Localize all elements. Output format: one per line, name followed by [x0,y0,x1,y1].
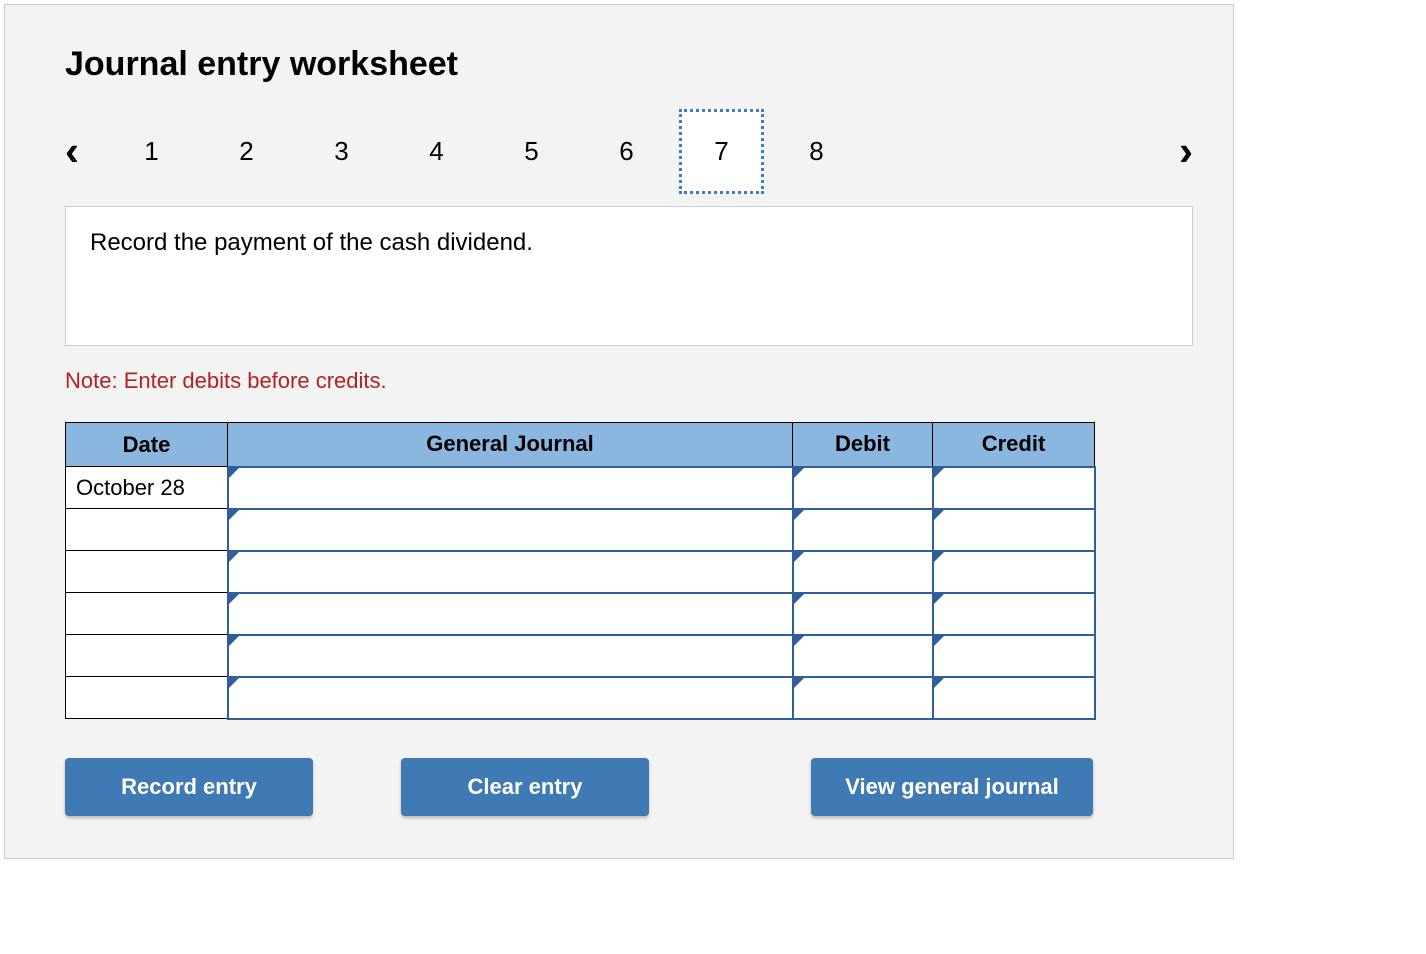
debit-cell[interactable] [793,467,933,509]
credit-cell[interactable] [933,593,1095,635]
date-cell[interactable] [66,677,228,719]
debit-cell[interactable] [793,635,933,677]
step-6[interactable]: 6 [584,110,669,192]
credit-cell[interactable] [933,677,1095,719]
credit-cell[interactable] [933,551,1095,593]
journal-entry-table: DateGeneral JournalDebitCredit October 28 [65,422,1096,720]
date-cell[interactable] [66,635,228,677]
note-text: Note: Enter debits before credits. [65,368,1193,394]
clear-entry-button[interactable]: Clear entry [401,758,649,816]
worksheet-panel: Journal entry worksheet ‹ 12345678 › Rec… [4,4,1234,859]
header-date: Date [66,423,228,467]
date-cell[interactable] [66,509,228,551]
debit-cell[interactable] [793,509,933,551]
credit-cell[interactable] [933,467,1095,509]
credit-cell[interactable] [933,509,1095,551]
step-nav: ‹ 12345678 › [65,110,1193,192]
gj-cell[interactable] [228,593,793,635]
table-row [66,677,1095,719]
table-row [66,635,1095,677]
date-cell[interactable]: October 28 [66,467,228,509]
instruction-text: Record the payment of the cash dividend. [90,229,533,256]
step-2[interactable]: 2 [204,110,289,192]
chevron-left-icon[interactable]: ‹ [65,130,79,172]
step-7[interactable]: 7 [679,109,764,194]
step-1[interactable]: 1 [109,110,194,192]
step-4[interactable]: 4 [394,110,479,192]
page-title: Journal entry worksheet [65,45,1193,84]
gj-cell[interactable] [228,509,793,551]
table-row [66,593,1095,635]
date-cell[interactable] [66,593,228,635]
table-row: October 28 [66,467,1095,509]
gj-cell[interactable] [228,635,793,677]
debit-cell[interactable] [793,677,933,719]
worksheet-inner: Journal entry worksheet ‹ 12345678 › Rec… [5,5,1233,846]
record-entry-button[interactable]: Record entry [65,758,313,816]
header-debit: Debit [793,423,933,467]
view-general-journal-button[interactable]: View general journal [811,758,1093,816]
date-cell[interactable] [66,551,228,593]
step-8[interactable]: 8 [774,110,859,192]
gj-cell[interactable] [228,551,793,593]
gj-cell[interactable] [228,467,793,509]
header-credit: Credit [933,423,1095,467]
debit-cell[interactable] [793,551,933,593]
debit-cell[interactable] [793,593,933,635]
step-3[interactable]: 3 [299,110,384,192]
instruction-box: Record the payment of the cash dividend. [65,206,1193,346]
credit-cell[interactable] [933,635,1095,677]
step-5[interactable]: 5 [489,110,574,192]
step-list: 12345678 [109,109,869,194]
gj-cell[interactable] [228,677,793,719]
table-row [66,509,1095,551]
chevron-right-icon[interactable]: › [1179,130,1193,172]
table-row [66,551,1095,593]
header-gj: General Journal [228,423,793,467]
button-row: Record entry Clear entry View general jo… [65,758,1093,816]
